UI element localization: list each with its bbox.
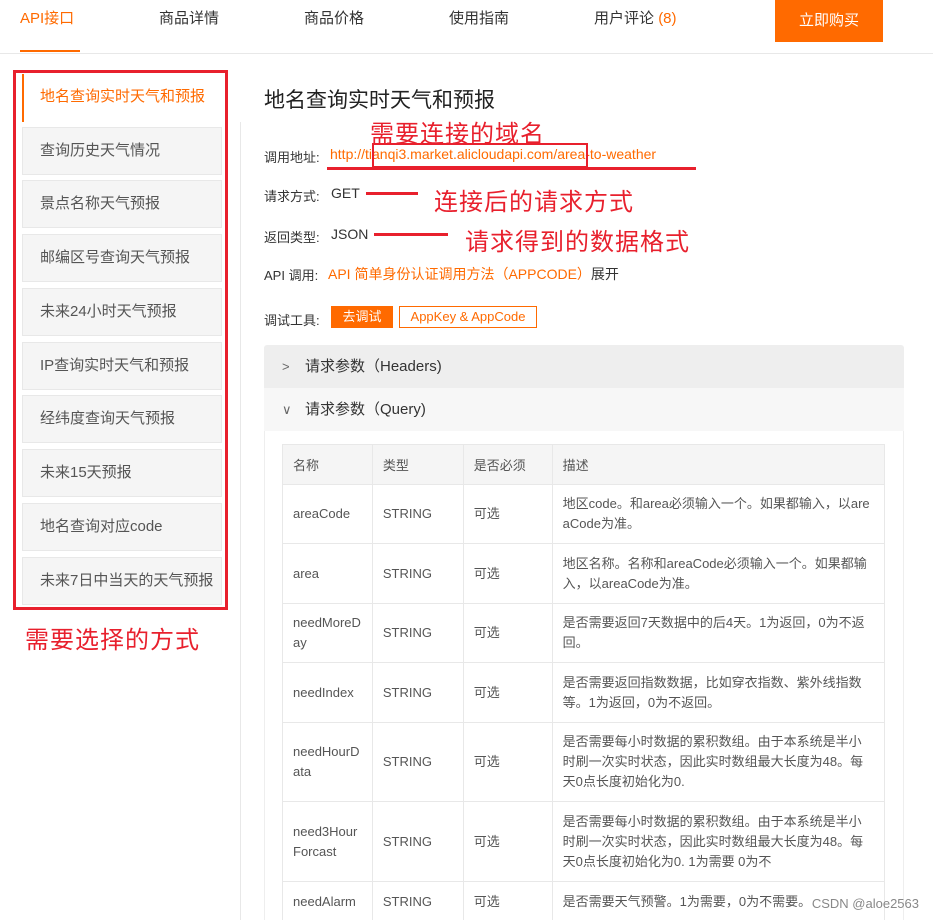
param-type: STRING <box>371 543 464 604</box>
top-nav: API接口 商品详情 商品价格 使用指南 用户评论 (8) 立即购买 <box>0 0 933 54</box>
tab-api[interactable]: API接口 <box>20 0 74 54</box>
url-domain-highlight <box>372 143 588 168</box>
param-description: 地区code。和area必须输入一个。如果都输入，以areaCode为准。 <box>551 484 886 544</box>
chevron-right-icon: > <box>282 359 290 374</box>
csdn-watermark: CSDN @aloe2563 <box>811 896 919 911</box>
param-type: STRING <box>371 881 464 920</box>
param-description: 是否需要返回指数数据，比如穿衣指数、紫外线指数等。1为返回，0为不返回。 <box>551 662 886 723</box>
address-label: 调用地址: <box>264 150 320 165</box>
query-params-table: 名称 类型 是否必须 描述 areaCode STRING 可选 地区code。… <box>282 444 886 920</box>
param-name: area <box>282 543 373 604</box>
param-required: 可选 <box>462 603 553 663</box>
table-row: needHourData STRING 可选 是否需要每小时数据的累积数组。由于… <box>282 722 886 802</box>
method-label: 请求方式: <box>264 189 320 204</box>
table-header-row: 名称 类型 是否必须 描述 <box>282 444 886 485</box>
param-type: STRING <box>371 603 464 663</box>
param-required: 可选 <box>462 722 553 802</box>
tab-usage-guide[interactable]: 使用指南 <box>449 0 509 54</box>
column-header-name: 名称 <box>282 444 373 485</box>
tab-user-reviews[interactable]: 用户评论 (8) <box>594 0 677 54</box>
param-name: needMoreDay <box>282 603 373 663</box>
debug-button[interactable]: 去调试 <box>331 306 393 328</box>
table-row: needMoreDay STRING 可选 是否需要返回7天数据中的后4天。1为… <box>282 603 886 663</box>
column-header-type: 类型 <box>371 444 464 485</box>
param-name: needAlarm <box>282 881 373 920</box>
annotation-format: 请求得到的数据格式 <box>465 229 690 256</box>
param-description: 地区名称。名称和areaCode必须输入一个。如果都输入，以areaCode为准… <box>551 543 886 604</box>
param-type: STRING <box>371 662 464 723</box>
param-description: 是否需要返回7天数据中的后4天。1为返回，0为不返回。 <box>551 603 886 663</box>
tab-user-reviews-label: 用户评论 <box>594 10 655 27</box>
format-arrow-mark <box>374 233 448 236</box>
page-title: 地名查询实时天气和预报 <box>264 89 495 112</box>
method-arrow-mark <box>366 192 418 195</box>
return-type-label: 返回类型: <box>264 230 320 245</box>
tab-product-price[interactable]: 商品价格 <box>304 0 364 54</box>
method-value: GET <box>331 185 360 201</box>
review-count: (8) <box>658 10 677 27</box>
url-underline-mark <box>327 167 696 170</box>
annotation-method: 连接后的请求方式 <box>434 189 634 216</box>
param-name: needIndex <box>282 662 373 723</box>
param-required: 可选 <box>462 484 553 544</box>
api-call-auth-link[interactable]: API 简单身份认证调用方法（APPCODE） <box>328 266 591 282</box>
param-description: 是否需要每小时数据的累积数组。由于本系统是半小时刷一次实时状态，因此实时数组最大… <box>551 722 886 802</box>
query-panel-title: 请求参数（Query) <box>305 401 426 418</box>
api-call-expand[interactable]: 展开 <box>591 266 619 282</box>
buy-now-button[interactable]: 立即购买 <box>775 0 883 42</box>
table-row: need3HourForcast STRING 可选 是否需要每小时数据的累积数… <box>282 801 886 882</box>
active-tab-indicator <box>20 50 80 52</box>
debug-tool-label: 调试工具: <box>264 313 320 328</box>
annotation-select-method: 需要选择的方式 <box>25 627 200 654</box>
param-type: STRING <box>371 801 464 882</box>
param-name: needHourData <box>282 722 373 802</box>
table-row: needIndex STRING 可选 是否需要返回指数数据，比如穿衣指数、紫外… <box>282 662 886 723</box>
table-row: areaCode STRING 可选 地区code。和area必须输入一个。如果… <box>282 484 886 544</box>
api-call-label: API 调用: <box>264 268 319 283</box>
column-header-required: 是否必须 <box>462 444 553 485</box>
param-name: areaCode <box>282 484 373 544</box>
table-row: area STRING 可选 地区名称。名称和areaCode必须输入一个。如果… <box>282 543 886 604</box>
sidebar-highlight-box <box>13 70 228 610</box>
appkey-appcode-button[interactable]: AppKey & AppCode <box>399 306 537 328</box>
chevron-down-icon: ∨ <box>282 402 292 417</box>
param-description: 是否需要每小时数据的累积数组。由于本系统是半小时刷一次实时状态，因此实时数组最大… <box>551 801 886 882</box>
headers-panel-toggle[interactable]: > 请求参数（Headers) <box>264 345 904 388</box>
return-type-value: JSON <box>331 226 369 242</box>
param-type: STRING <box>371 484 464 544</box>
column-header-description: 描述 <box>551 444 886 485</box>
param-required: 可选 <box>462 881 553 920</box>
param-required: 可选 <box>462 662 553 723</box>
param-name: need3HourForcast <box>282 801 373 882</box>
headers-panel-title: 请求参数（Headers) <box>305 358 442 375</box>
api-call-row: API 简单身份认证调用方法（APPCODE）展开 <box>328 264 619 284</box>
table-row: needAlarm STRING 可选 是否需要天气预警。1为需要，0为不需要。 <box>282 881 886 920</box>
param-required: 可选 <box>462 543 553 604</box>
query-panel-toggle[interactable]: ∨ 请求参数（Query) <box>264 388 904 431</box>
param-required: 可选 <box>462 801 553 882</box>
param-type: STRING <box>371 722 464 802</box>
tab-product-details[interactable]: 商品详情 <box>159 0 219 54</box>
